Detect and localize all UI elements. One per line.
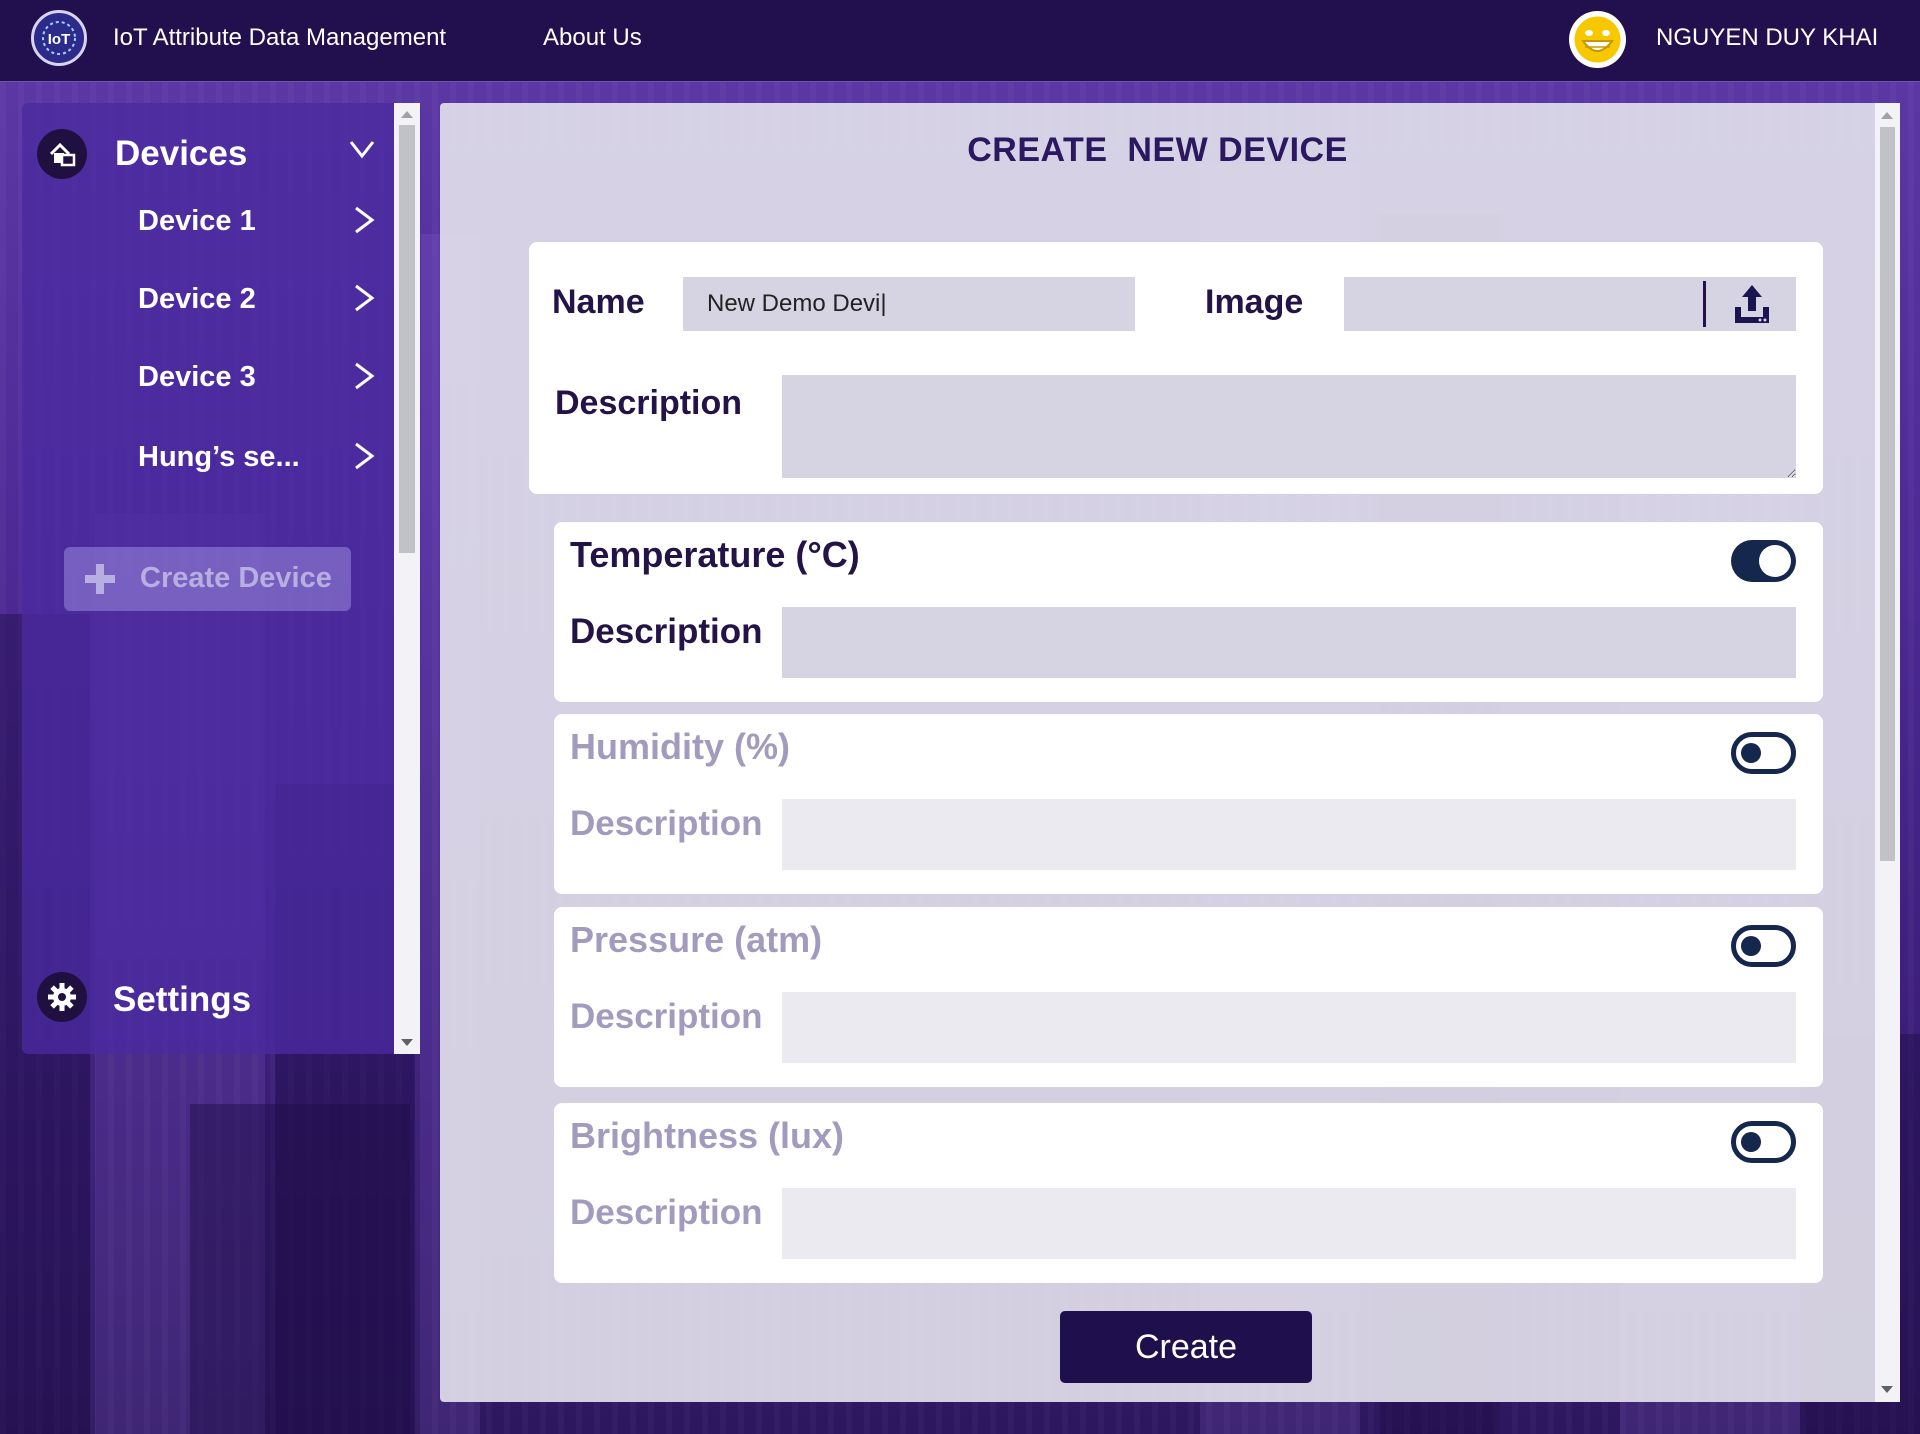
create-device-label: Create Device xyxy=(140,562,332,594)
sensor-card-brightness: Brightness (lux) Description xyxy=(554,1103,1823,1283)
sidebar-item-device-4[interactable]: Hung’s se... xyxy=(138,435,388,485)
create-button[interactable]: Create xyxy=(1060,1311,1312,1383)
sensor-description-label: Description xyxy=(570,997,763,1036)
sensor-description-label: Description xyxy=(570,612,763,651)
chevron-right-icon xyxy=(355,442,375,470)
plus-icon xyxy=(85,564,115,594)
sensor-title: Humidity (%) xyxy=(570,726,790,767)
devices-menu-header[interactable]: Devices xyxy=(37,128,397,180)
sensor-card-pressure: Pressure (atm) Description xyxy=(554,907,1823,1087)
page-title: CREATE NEW DEVICE xyxy=(967,131,1348,169)
smiley-avatar-icon[interactable] xyxy=(1569,11,1626,68)
sensor-toggle-temperature[interactable] xyxy=(1731,540,1796,582)
create-device-button[interactable]: Create Device xyxy=(64,547,351,611)
scroll-down-arrow-icon[interactable] xyxy=(401,1039,413,1046)
sidebar-scrollbar[interactable] xyxy=(394,103,420,1054)
chevron-right-icon xyxy=(355,206,375,234)
gear-icon xyxy=(37,972,87,1022)
image-file-field[interactable] xyxy=(1344,277,1796,331)
sidebar-item-label: Device 3 xyxy=(138,361,256,393)
scroll-up-arrow-icon[interactable] xyxy=(1881,112,1893,119)
top-navigation-bar: IoT IoT Attribute Data Management About … xyxy=(0,0,1920,82)
app-title[interactable]: IoT Attribute Data Management xyxy=(113,24,446,52)
name-input[interactable] xyxy=(683,277,1135,331)
sensor-description-input[interactable] xyxy=(782,1188,1796,1259)
chevron-right-icon xyxy=(355,362,375,390)
sensor-description-input[interactable] xyxy=(782,992,1796,1063)
toggle-knob xyxy=(1741,743,1761,763)
sensor-toggle-humidity[interactable] xyxy=(1731,732,1796,774)
sensor-description-label: Description xyxy=(570,804,763,843)
name-label: Name xyxy=(552,283,645,321)
chevron-right-icon xyxy=(355,284,375,312)
upload-icon[interactable] xyxy=(1730,283,1774,327)
image-field-separator xyxy=(1703,281,1706,327)
sensor-card-humidity: Humidity (%) Description xyxy=(554,714,1823,894)
main-scrollbar[interactable] xyxy=(1875,103,1900,1402)
sensor-title: Temperature (°C) xyxy=(570,534,860,575)
svg-text:IoT: IoT xyxy=(48,31,71,48)
device-info-card: Name Image Description xyxy=(529,242,1823,494)
settings-label: Settings xyxy=(113,980,252,1019)
sidebar-item-device-3[interactable]: Device 3 xyxy=(138,355,388,405)
sensor-title: Pressure (atm) xyxy=(570,919,823,960)
toggle-knob xyxy=(1741,936,1761,956)
sidebar-scroll-thumb[interactable] xyxy=(399,125,415,553)
main-scroll-thumb[interactable] xyxy=(1880,127,1895,861)
sensor-toggle-pressure[interactable] xyxy=(1731,925,1796,967)
chevron-down-icon[interactable] xyxy=(349,138,375,160)
toggle-knob xyxy=(1759,545,1791,577)
sidebar-item-label: Device 2 xyxy=(138,283,256,315)
image-label: Image xyxy=(1205,283,1304,321)
sidebar-item-device-1[interactable]: Device 1 xyxy=(138,199,388,249)
sensor-description-input[interactable] xyxy=(782,607,1796,678)
home-devices-icon xyxy=(37,129,87,179)
scroll-up-arrow-icon[interactable] xyxy=(401,111,413,118)
user-name[interactable]: NGUYEN DUY KHAI xyxy=(1656,24,1878,52)
sidebar-item-label: Device 1 xyxy=(138,205,256,237)
sensor-toggle-brightness[interactable] xyxy=(1731,1121,1796,1163)
sidebar-item-device-2[interactable]: Device 2 xyxy=(138,277,388,327)
toggle-knob xyxy=(1741,1132,1761,1152)
devices-label: Devices xyxy=(115,134,248,173)
sensor-title: Brightness (lux) xyxy=(570,1115,845,1156)
device-description-input[interactable] xyxy=(782,375,1796,478)
sidebar-item-settings[interactable]: Settings xyxy=(37,972,337,1027)
sensor-card-temperature: Temperature (°C) Description xyxy=(554,522,1823,702)
description-label: Description xyxy=(555,384,743,422)
sensor-description-input[interactable] xyxy=(782,799,1796,870)
iot-logo-icon[interactable]: IoT xyxy=(31,10,87,66)
nav-about-us-link[interactable]: About Us xyxy=(543,24,642,52)
sidebar-item-label: Hung’s se... xyxy=(138,441,300,473)
sensor-description-label: Description xyxy=(570,1193,763,1232)
scroll-down-arrow-icon[interactable] xyxy=(1881,1386,1893,1393)
